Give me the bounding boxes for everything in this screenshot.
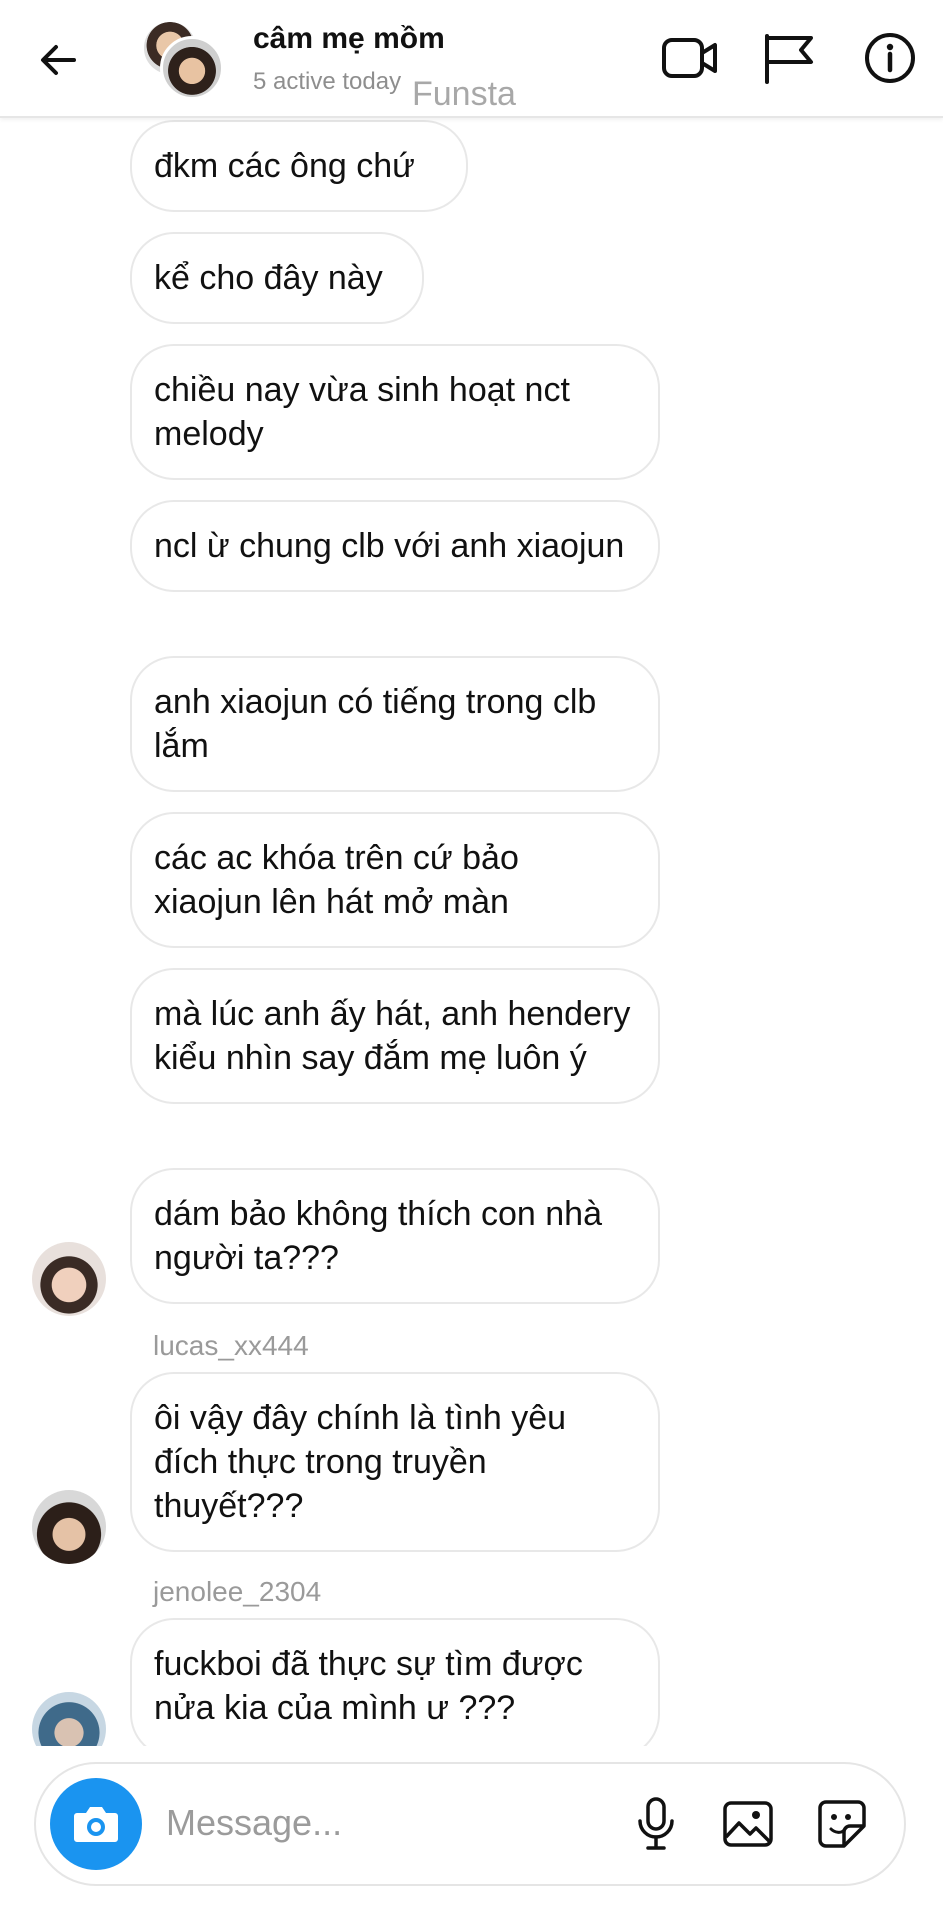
- camera-icon: [74, 1807, 118, 1842]
- message-bubble[interactable]: mà lúc anh ấy hát, anh hendery kiểu nhìn…: [130, 968, 660, 1104]
- message-bubble[interactable]: các ac khóa trên cứ bảo xiaojun lên hát …: [130, 812, 660, 948]
- image-icon: [723, 1801, 773, 1847]
- sender-avatar[interactable]: [32, 1490, 106, 1564]
- video-call-button[interactable]: [660, 28, 720, 88]
- active-status: 5 active today: [253, 68, 402, 95]
- sender-avatar[interactable]: [32, 1692, 106, 1746]
- video-camera-icon: [662, 38, 717, 78]
- message-text: fuckboi đã thực sự tìm được nửa kia của …: [154, 1645, 583, 1727]
- camera-button[interactable]: [50, 1778, 142, 1870]
- message-text: các ac khóa trên cứ bảo xiaojun lên hát …: [154, 839, 519, 921]
- back-arrow-icon: [41, 45, 76, 75]
- message-text: mà lúc anh ấy hát, anh hendery kiểu nhìn…: [154, 995, 631, 1077]
- message-bubble[interactable]: anh xiaojun có tiếng trong clb lắm: [130, 656, 660, 792]
- message-bubble[interactable]: ôi vậy đây chính là tình yêu đích thực t…: [130, 1372, 660, 1552]
- microphone-icon: [638, 1797, 674, 1850]
- message-list[interactable]: đkm các ông chứ kể cho đây này chiều nay…: [0, 116, 943, 1746]
- message-bubble[interactable]: dám bảo không thích con nhà người ta???: [130, 1168, 660, 1304]
- group-avatar[interactable]: [142, 20, 224, 100]
- sender-name: lucas_xx444: [153, 1330, 309, 1361]
- message-bubble[interactable]: chiều nay vừa sinh hoạt nct melody: [130, 344, 660, 480]
- sender-name: jenolee_2304: [153, 1576, 322, 1607]
- message-bubble[interactable]: ncl ừ chung clb với anh xiaojun: [130, 500, 660, 592]
- watermark-text: Funsta: [412, 75, 516, 113]
- message-text: ncl ừ chung clb với anh xiaojun: [154, 527, 625, 565]
- voice-message-button[interactable]: [624, 1792, 688, 1856]
- chat-header: câm mẹ mồm 5 active today Funsta: [0, 0, 943, 118]
- info-icon: [865, 33, 915, 83]
- message-text: kể cho đây này: [154, 259, 383, 297]
- message-input[interactable]: Message...: [166, 1802, 342, 1844]
- group-avatar-front: [160, 36, 224, 100]
- message-text: đkm các ông chứ: [154, 147, 415, 185]
- message-bubble[interactable]: kể cho đây này: [130, 232, 424, 324]
- back-button[interactable]: [30, 32, 86, 88]
- sticker-icon: [818, 1800, 866, 1848]
- info-button[interactable]: [860, 28, 920, 88]
- flag-icon: [765, 34, 813, 84]
- message-text: dám bảo không thích con nhà người ta???: [154, 1195, 602, 1277]
- chat-title[interactable]: câm mẹ mồm: [253, 22, 445, 56]
- report-button[interactable]: [758, 28, 818, 88]
- message-text: chiều nay vừa sinh hoạt nct melody: [154, 371, 570, 453]
- message-text: anh xiaojun có tiếng trong clb lắm: [154, 683, 597, 765]
- message-composer[interactable]: Message...: [34, 1762, 906, 1886]
- sticker-button[interactable]: [810, 1792, 874, 1856]
- message-bubble[interactable]: đkm các ông chứ: [130, 120, 468, 212]
- message-bubble[interactable]: fuckboi đã thực sự tìm được nửa kia của …: [130, 1618, 660, 1746]
- sender-avatar[interactable]: [32, 1242, 106, 1316]
- message-text: ôi vậy đây chính là tình yêu đích thực t…: [154, 1399, 567, 1525]
- gallery-button[interactable]: [716, 1792, 780, 1856]
